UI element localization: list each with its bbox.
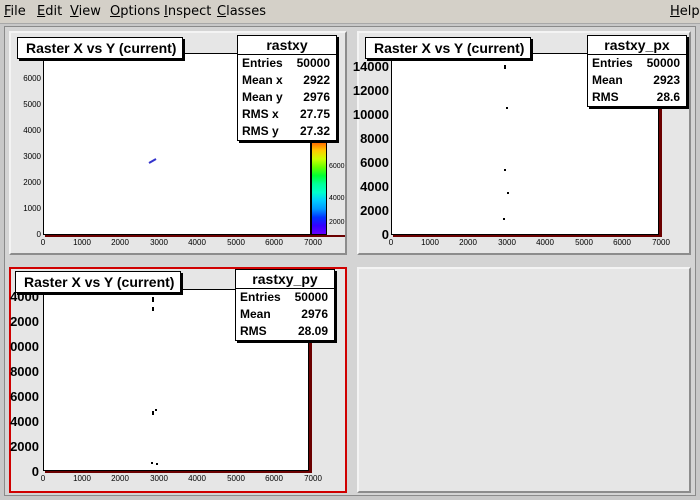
data-marker [152,307,154,311]
pad-title: Raster X vs Y (current) [15,271,181,293]
stats-value: 27.75 [299,107,330,121]
stats-value: 28.09 [297,324,328,338]
menu-bar: File Edit View Options Inspect Classes H… [0,0,700,24]
menu-help[interactable]: Help [670,4,700,19]
stats-value: 50000 [646,56,680,70]
data-marker [152,297,154,302]
data-marker [504,65,506,69]
pad-rastxy[interactable]: 6000 4000 2000 6000 5000 4000 3000 2000 … [9,31,347,255]
pad-empty[interactable] [357,267,691,493]
menu-file[interactable]: File [4,4,26,19]
stats-key: Mean [240,307,271,321]
data-marker [151,462,153,464]
stats-value: 2923 [653,73,680,87]
data-marker [155,409,157,411]
menu-view[interactable]: View [70,4,101,19]
data-marker [504,169,506,171]
pad-title: Raster X vs Y (current) [365,37,531,59]
stats-value: 50000 [296,56,330,70]
stats-name: rastxy [238,36,336,55]
data-marker [156,463,158,465]
stats-name: rastxy_px [588,36,686,55]
data-marker [152,411,154,415]
stats-box: rastxy_py Entries 50000 Mean 2976 RMS 28.09 [235,269,335,341]
stats-key: Mean y [242,90,283,104]
stats-key: Entries [592,56,633,70]
stats-value: 2976 [303,90,330,104]
menu-edit[interactable]: Edit [37,4,62,19]
pad-title: Raster X vs Y (current) [17,37,183,59]
stats-key: Entries [242,56,283,70]
pad-rastxy-py[interactable]: 4000 2000 0000 8000 6000 4000 2000 0 0 1… [9,267,347,493]
stats-value: 50000 [294,290,328,304]
stats-value: 28.6 [656,90,680,104]
menu-classes[interactable]: Classes [217,4,266,19]
stats-key: RMS [592,90,619,104]
root-canvas[interactable]: 6000 4000 2000 6000 5000 4000 3000 2000 … [4,26,696,496]
data-marker [507,192,509,194]
stats-key: RMS x [242,107,279,121]
stats-value: 2976 [301,307,328,321]
stats-key: RMS y [242,124,279,138]
stats-key: Mean x [242,73,283,87]
stats-key: Mean [592,73,623,87]
stats-value: 2922 [303,73,330,87]
data-marker [503,218,505,220]
stats-box: rastxy Entries 50000 Mean x 2922 Mean y 297… [237,35,337,141]
menu-options[interactable]: Options [110,4,160,19]
stats-value: 27.32 [299,124,330,138]
stats-name: rastxy_py [236,270,334,289]
menu-inspect[interactable]: Inspect [164,4,211,19]
stats-box: rastxy_px Entries 50000 Mean 2923 RMS 28.6 [587,35,687,107]
data-marker [506,107,508,109]
stats-key: Entries [240,290,281,304]
pad-rastxy-px[interactable]: 14000 12000 10000 8000 6000 4000 2000 0 … [353,31,691,255]
data-cluster [148,158,157,164]
stats-key: RMS [240,324,267,338]
